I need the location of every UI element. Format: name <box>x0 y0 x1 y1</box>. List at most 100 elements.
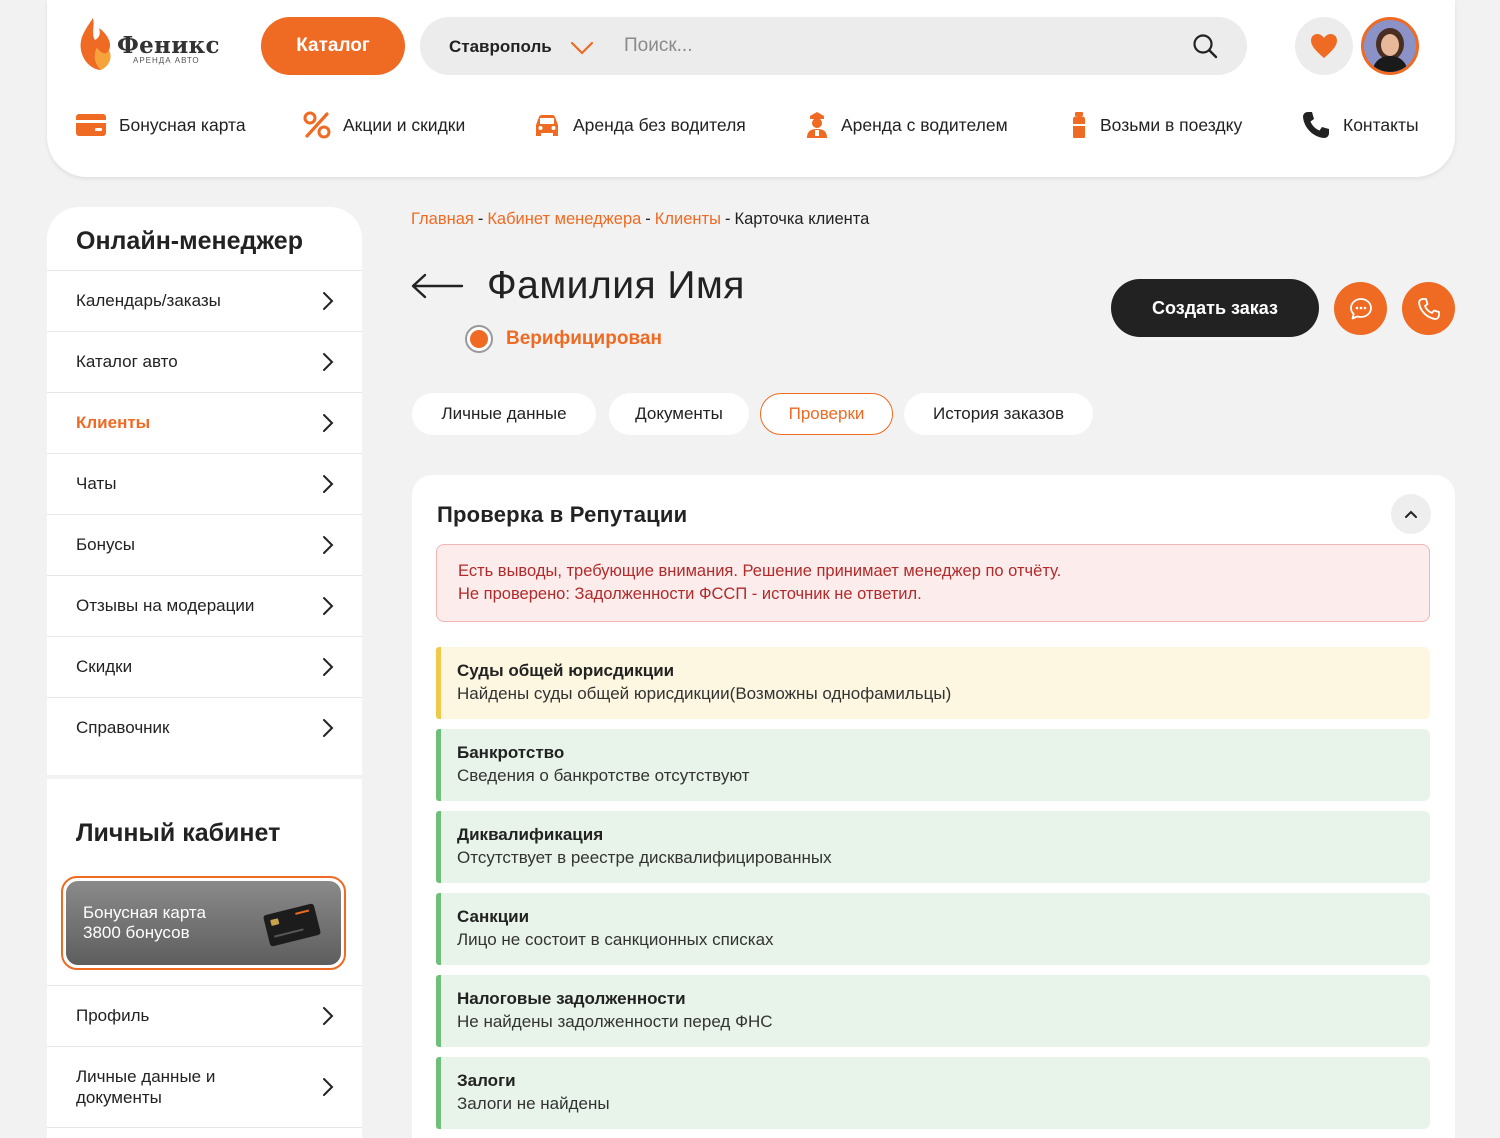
create-order-button[interactable]: Создать заказ <box>1111 279 1319 337</box>
avatar-image <box>1364 20 1416 72</box>
sidebar-item-label: Личные данные и документы <box>76 1067 216 1107</box>
bonus-card-widget[interactable]: Бонусная карта 3800 бонусов <box>61 876 346 970</box>
chevron-right-icon <box>323 597 334 615</box>
nav-contacts[interactable]: Контакты <box>1301 108 1419 142</box>
phoenix-logo-icon <box>80 18 111 70</box>
sidebar-item-calendar[interactable]: Календарь/заказы <box>47 270 362 331</box>
sidebar-item-label: Каталог авто <box>76 352 178 371</box>
city-selector[interactable]: Ставрополь <box>449 37 552 57</box>
nav-take-trip[interactable]: Возьми в поездку <box>1070 108 1242 142</box>
sidebar-item-reviews[interactable]: Отзывы на модерации <box>47 575 362 636</box>
sidebar-item-catalog[interactable]: Каталог авто <box>47 331 362 392</box>
chevron-right-icon <box>323 719 334 737</box>
breadcrumb-separator: - <box>724 210 731 228</box>
percent-icon <box>303 111 331 139</box>
chevron-right-icon <box>323 292 334 310</box>
status-bar <box>436 1057 441 1129</box>
bonus-card-text: Бонусная карта 3800 бонусов <box>83 903 206 943</box>
breadcrumb-clients[interactable]: Клиенты <box>655 210 721 228</box>
verified-status-label: Верифицирован <box>506 328 662 349</box>
heart-icon <box>1311 34 1337 58</box>
status-bar <box>436 729 441 801</box>
tab-personal-data[interactable]: Личные данные <box>412 393 596 435</box>
status-bar <box>436 893 441 965</box>
client-name: Фамилия Имя <box>487 264 745 307</box>
chevron-right-icon <box>323 1078 334 1096</box>
check-description: Не найдены задолженности перед ФНС <box>457 1012 773 1031</box>
breadcrumb: Главная - Кабинет менеджера - Клиенты - Карточ… <box>411 210 869 229</box>
chevron-right-icon <box>323 658 334 676</box>
tab-documents[interactable]: Документы <box>609 393 749 435</box>
phone-icon <box>1417 297 1440 320</box>
collapse-button[interactable] <box>1391 494 1431 534</box>
site-header: Феникс АРЕНДА АВТО Каталог Ставрополь По… <box>47 0 1455 177</box>
chevron-right-icon <box>323 414 334 432</box>
sidebar-item-profile[interactable]: Профиль <box>47 985 362 1046</box>
nav-rent-self[interactable]: Аренда без водителя <box>533 108 746 142</box>
reputation-check-panel: Проверка в Репутации Есть выводы, требую… <box>412 475 1455 1138</box>
check-item-sanctions: Санкции Лицо не состоит в санкционных сп… <box>436 893 1430 965</box>
search-input[interactable] <box>624 27 1164 65</box>
chevron-right-icon <box>323 1007 334 1025</box>
chevron-up-icon <box>1405 510 1417 518</box>
check-item-courts: Суды общей юрисдикции Найдены суды общей… <box>436 647 1430 719</box>
verified-status-icon <box>465 325 493 353</box>
tab-order-history[interactable]: История заказов <box>904 393 1093 435</box>
tab-checks[interactable]: Проверки <box>760 393 893 435</box>
chat-button[interactable] <box>1334 282 1387 335</box>
sidebar-item-bonuses[interactable]: Бонусы <box>47 514 362 575</box>
nav-label: Акции и скидки <box>343 114 466 135</box>
check-title: Залоги <box>457 1071 516 1090</box>
sidebar-item-reference[interactable]: Справочник <box>47 697 362 758</box>
sidebar-item-label: Бонусы <box>76 535 136 554</box>
catalog-button[interactable]: Каталог <box>261 17 405 75</box>
search-icon[interactable] <box>1192 33 1218 59</box>
check-title: Суды общей юрисдикции <box>457 661 675 680</box>
nav-rent-driver[interactable]: Аренда с водителем <box>805 108 1008 142</box>
user-avatar[interactable] <box>1361 17 1419 75</box>
sidebar-item-chats[interactable]: Чаты <box>47 453 362 514</box>
phone-icon <box>1303 112 1329 138</box>
chevron-right-icon <box>323 475 334 493</box>
breadcrumb-separator: - <box>645 210 651 228</box>
alert-line: Есть выводы, требующие внимания. Решение… <box>458 562 1062 580</box>
check-item-bankruptcy: Банкротство Сведения о банкротстве отсут… <box>436 729 1430 801</box>
sidebar-item-label: Клиенты <box>76 413 151 432</box>
sidebar-item-label: Календарь/заказы <box>76 291 221 310</box>
alert-line: Не проверено: Задолженности ФССП - источ… <box>458 585 922 603</box>
sidebar-item-next[interactable] <box>47 1127 362 1138</box>
logo[interactable]: Феникс АРЕНДА АВТО <box>75 16 225 72</box>
nav-label: Контакты <box>1343 114 1419 135</box>
status-bar <box>436 811 441 883</box>
check-results: Суды общей юрисдикции Найдены суды общей… <box>436 647 1430 1138</box>
favorites-button[interactable] <box>1295 17 1353 75</box>
check-item-disqualification: Диквалификация Отсутствует в реестре дис… <box>436 811 1430 883</box>
sidebar-item-label: Скидки <box>76 657 133 676</box>
check-description: Сведения о банкротстве отсутствуют <box>457 766 750 785</box>
bonus-card-title: Бонусная карта <box>83 903 206 922</box>
chevron-right-icon <box>323 353 334 371</box>
sidebar-item-discounts[interactable]: Скидки <box>47 636 362 697</box>
breadcrumb-separator: - <box>477 210 484 228</box>
sidebar-item-label: Отзывы на модерации <box>76 596 255 615</box>
status-bar <box>436 975 441 1047</box>
status-bar <box>436 647 441 719</box>
breadcrumb-current: Карточка клиента <box>734 210 870 228</box>
check-description: Залоги не найдены <box>457 1094 610 1113</box>
nav-bonus-card[interactable]: Бонусная карта <box>75 108 246 142</box>
check-title: Диквалификация <box>457 825 604 844</box>
bonus-card-body: Бонусная карта 3800 бонусов <box>66 881 341 965</box>
back-arrow-icon[interactable] <box>410 271 464 301</box>
chevron-down-icon[interactable] <box>570 40 594 56</box>
car-icon <box>536 115 558 136</box>
sidebar-divider <box>47 775 362 779</box>
call-button[interactable] <box>1402 282 1455 335</box>
sidebar: Онлайн-менеджер Календарь/заказы Каталог… <box>47 207 362 1138</box>
breadcrumb-manager[interactable]: Кабинет менеджера <box>487 210 641 228</box>
search-bar: Ставрополь <box>420 17 1247 75</box>
breadcrumb-home[interactable]: Главная <box>411 210 474 228</box>
check-item-pledges: Залоги Залоги не найдены <box>436 1057 1430 1129</box>
sidebar-item-personal-docs[interactable]: Личные данные и документы <box>47 1046 362 1127</box>
nav-promotions[interactable]: Акции и скидки <box>303 108 465 142</box>
sidebar-item-clients[interactable]: Клиенты <box>47 392 362 453</box>
